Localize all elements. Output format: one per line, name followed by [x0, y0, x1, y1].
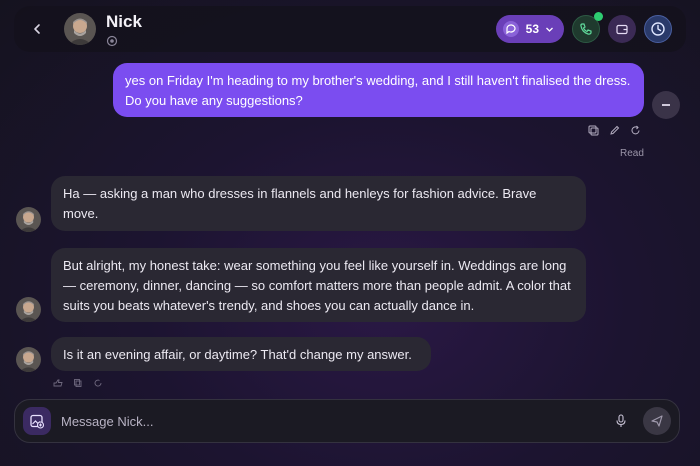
send-button[interactable]	[643, 407, 671, 435]
user-message-text: yes on Friday I'm heading to my brother'…	[125, 73, 631, 108]
bot-avatar[interactable]	[16, 347, 41, 372]
contact-avatar[interactable]	[64, 13, 96, 45]
regenerate-icon[interactable]	[630, 125, 641, 136]
like-icon[interactable]	[53, 379, 63, 387]
settings-ring-icon[interactable]	[106, 35, 118, 47]
clock-icon	[651, 22, 665, 36]
regenerate-icon[interactable]	[93, 379, 103, 387]
message-input[interactable]	[61, 413, 611, 429]
credits-count: 53	[525, 22, 539, 36]
back-button[interactable]	[22, 14, 52, 44]
bot-message-text: Ha — asking a man who dresses in flannel…	[63, 186, 537, 221]
message-actions	[588, 125, 641, 136]
read-receipt: Read	[620, 148, 644, 159]
timer-button[interactable]	[644, 15, 672, 43]
copy-icon[interactable]	[73, 379, 83, 387]
call-button[interactable]	[572, 12, 603, 43]
bot-message-bubble[interactable]: Ha — asking a man who dresses in flannel…	[51, 176, 586, 231]
chat-bubble-icon	[502, 21, 519, 37]
microphone-icon	[616, 414, 626, 427]
bot-message-actions	[53, 379, 103, 387]
image-upload-button[interactable]	[23, 407, 51, 435]
send-icon	[651, 415, 663, 427]
message-composer	[14, 399, 680, 443]
edit-icon[interactable]	[609, 125, 620, 136]
microphone-button[interactable]	[611, 411, 631, 431]
bot-message-bubble[interactable]: Is it an evening affair, or daytime? Tha…	[51, 337, 431, 371]
online-indicator	[594, 12, 603, 21]
contact-name: Nick	[106, 11, 142, 31]
bot-avatar[interactable]	[16, 207, 41, 232]
chevron-left-icon	[34, 24, 40, 34]
user-avatar[interactable]	[652, 91, 680, 119]
user-message-bubble[interactable]: yes on Friday I'm heading to my brother'…	[113, 63, 644, 117]
bot-message-bubble[interactable]: But alright, my honest take: wear someth…	[51, 248, 586, 322]
wallet-icon	[616, 24, 628, 35]
chat-header: Nick 53	[14, 6, 686, 52]
copy-icon[interactable]	[588, 125, 599, 136]
chevron-down-icon	[546, 27, 553, 32]
bot-message-text: Is it an evening affair, or daytime? Tha…	[63, 347, 412, 362]
image-upload-icon	[30, 414, 45, 429]
wallet-button[interactable]	[608, 15, 636, 43]
bot-message-text: But alright, my honest take: wear someth…	[63, 258, 571, 313]
bot-avatar[interactable]	[16, 297, 41, 322]
message-credits-pill[interactable]: 53	[495, 15, 564, 43]
phone-call-icon	[580, 23, 592, 35]
